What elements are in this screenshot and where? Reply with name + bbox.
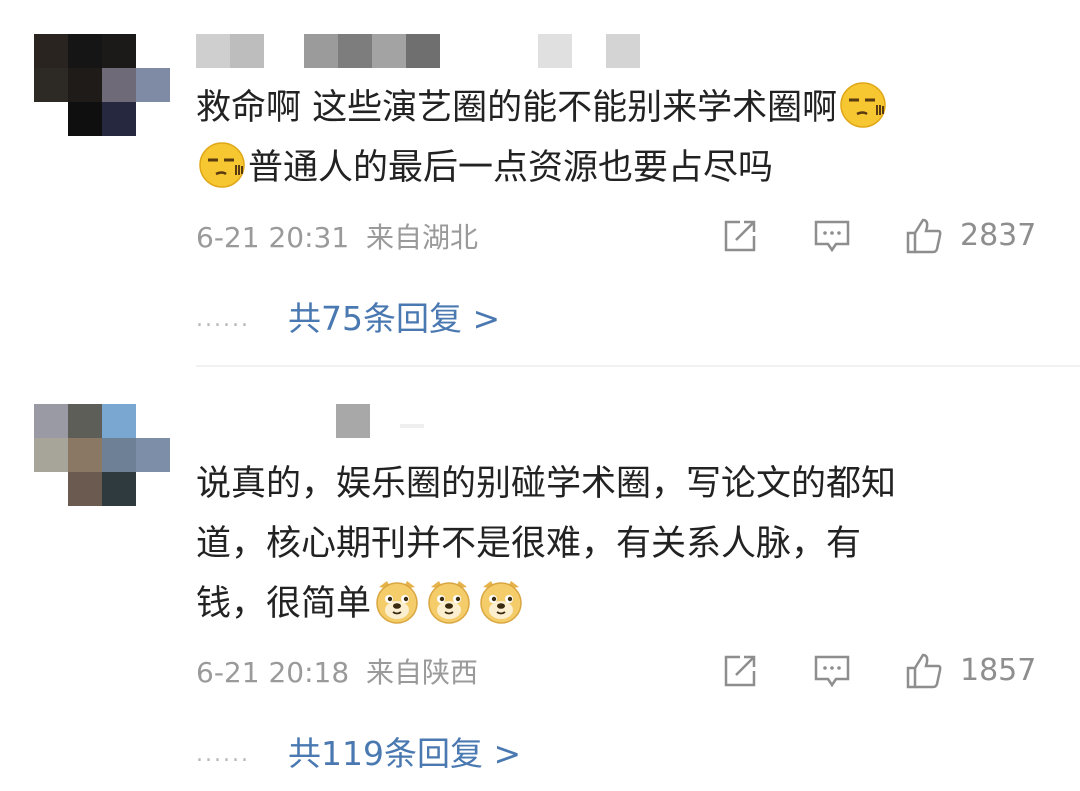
avatar[interactable] [34, 404, 170, 506]
comment-text: 救命啊 这些演艺圈的能不能别来学术圈啊 普通人的最后一点资源也要占尽吗 [196, 78, 1046, 198]
share-icon[interactable] [720, 216, 760, 256]
share-icon[interactable] [720, 651, 760, 691]
comment-text-line: 说真的，娱乐圈的别碰学术圈，写论文的都知 [196, 464, 897, 504]
like-count: 1857 [960, 653, 1037, 688]
thumbs-up-icon[interactable] [904, 216, 944, 256]
replies-label[interactable]: 共119条回复 > [288, 734, 521, 773]
replies-link[interactable]: ...... 共75条回复 > [196, 292, 500, 340]
replies-label[interactable]: 共75条回复 > [288, 299, 500, 338]
doge-emoji [477, 577, 525, 625]
dots: ...... [196, 742, 250, 767]
location: 来自陕西 [366, 656, 479, 689]
comment-icon[interactable] [812, 651, 852, 691]
comment-divider [196, 365, 1080, 367]
comment-text-line: 钱，很简单 [196, 584, 372, 624]
speechless-face-emoji [839, 81, 887, 129]
action-bar: 1857 [720, 651, 1040, 691]
comment-text: 说真的，娱乐圈的别碰学术圈，写论文的都知 道，核心期刊并不是很难，有关系人脉，有… [196, 454, 1046, 634]
doge-emoji [373, 577, 421, 625]
like-count: 2837 [960, 218, 1037, 253]
doge-emoji [425, 577, 473, 625]
username-redacted[interactable] [196, 404, 436, 438]
replies-link[interactable]: ...... 共119条回复 > [196, 727, 521, 775]
comment-text-line: 普通人的最后一点资源也要占尽吗 [248, 148, 774, 188]
comment-meta: 6-21 20:31 来自湖北 [196, 216, 478, 256]
comment-text-line: 道，核心期刊并不是很难，有关系人脉，有 [196, 524, 862, 564]
comment-meta: 6-21 20:18 来自陕西 [196, 651, 478, 691]
action-bar: 2837 [720, 216, 1040, 256]
comment-text-line: 救命啊 这些演艺圈的能不能别来学术圈啊 [196, 88, 838, 128]
username-redacted[interactable] [196, 34, 646, 68]
avatar[interactable] [34, 34, 170, 136]
thumbs-up-icon[interactable] [904, 651, 944, 691]
timestamp: 6-21 20:31 [196, 221, 350, 254]
dots: ...... [196, 307, 250, 332]
speechless-face-emoji [198, 141, 246, 189]
location: 来自湖北 [366, 221, 479, 254]
timestamp: 6-21 20:18 [196, 656, 350, 689]
comment-icon[interactable] [812, 216, 852, 256]
